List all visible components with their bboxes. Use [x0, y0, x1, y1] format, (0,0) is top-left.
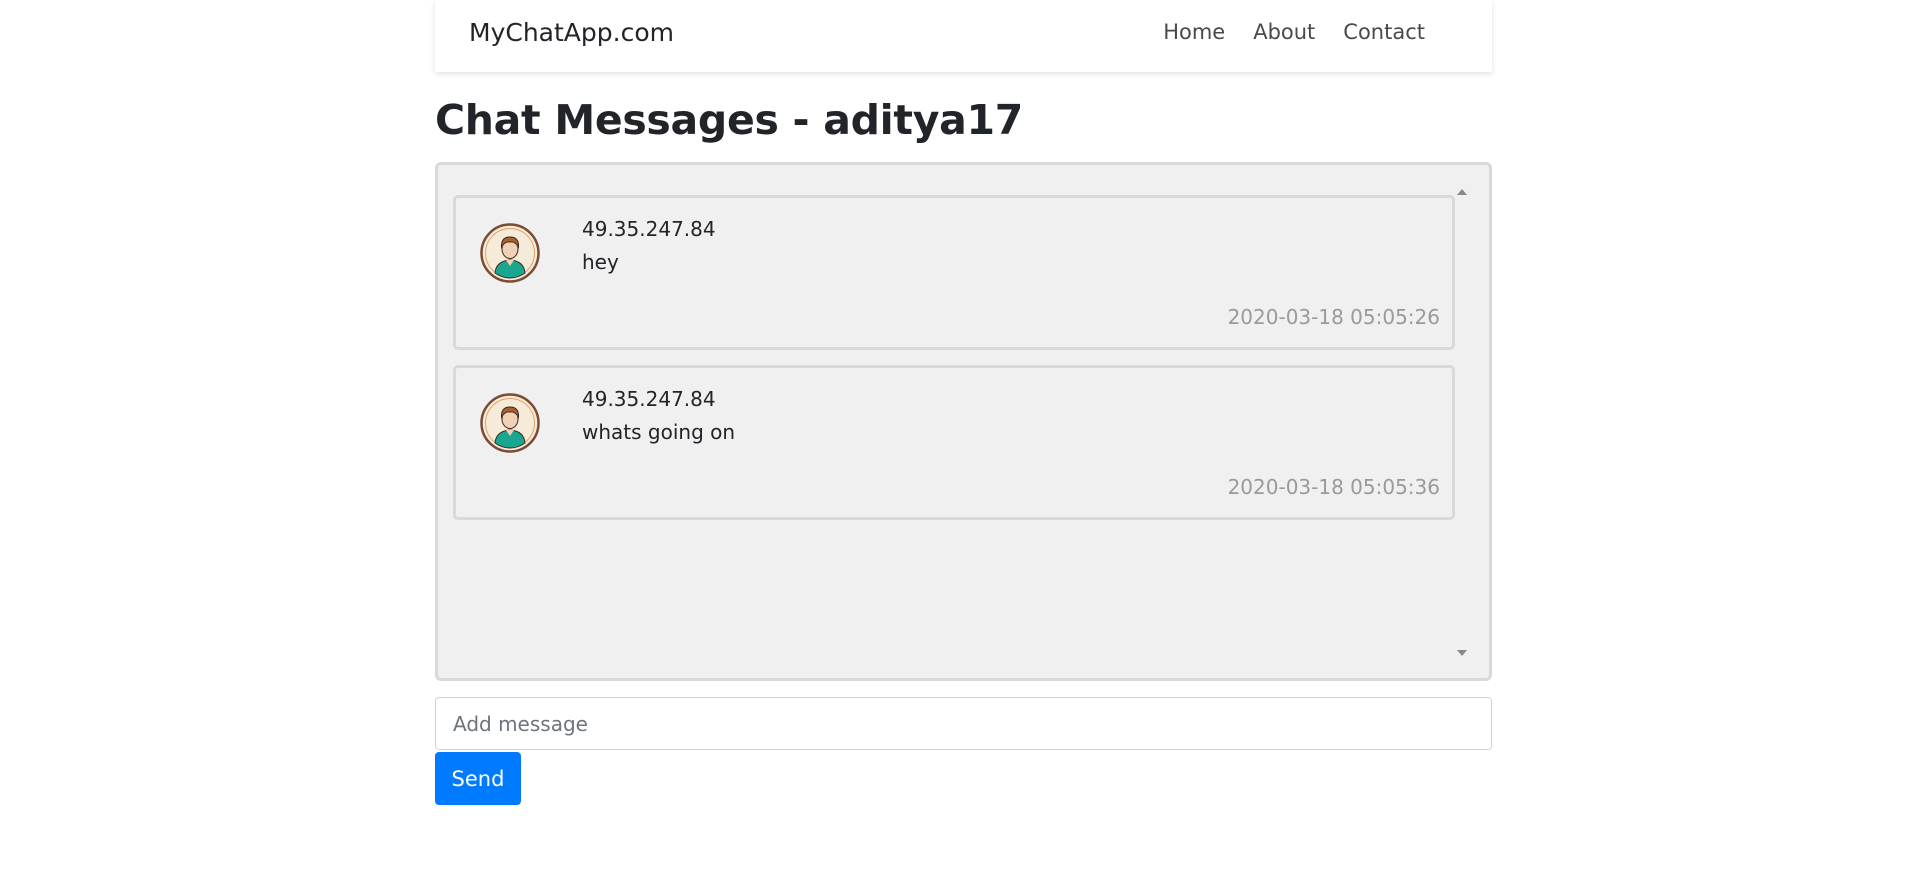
nav-link-contact[interactable]: Contact — [1343, 20, 1425, 44]
user-avatar-icon — [480, 223, 540, 283]
send-button[interactable]: Send — [435, 752, 521, 805]
message-text: whats going on — [582, 420, 736, 444]
message-text: hey — [582, 250, 619, 274]
nav-links: Home About Contact — [1135, 20, 1425, 44]
message-sender: 49.35.247.84 — [582, 387, 716, 411]
scroll-up-arrow-icon[interactable] — [1457, 189, 1467, 195]
chat-message: 49.35.247.84 hey 2020-03-18 05:05:26 — [453, 195, 1455, 350]
page-title: Chat Messages - aditya17 — [435, 96, 1023, 144]
message-sender: 49.35.247.84 — [582, 217, 716, 241]
scroll-down-arrow-icon[interactable] — [1457, 650, 1467, 656]
message-timestamp: 2020-03-18 05:05:26 — [1227, 305, 1440, 329]
nav-link-about[interactable]: About — [1253, 20, 1315, 44]
message-input[interactable] — [435, 697, 1492, 750]
user-avatar-icon — [480, 393, 540, 453]
nav-link-home[interactable]: Home — [1163, 20, 1225, 44]
navbar: MyChatApp.com Home About Contact — [435, 0, 1492, 72]
message-timestamp: 2020-03-18 05:05:36 — [1227, 475, 1440, 499]
brand-link[interactable]: MyChatApp.com — [469, 18, 674, 47]
chat-messages-panel[interactable]: 49.35.247.84 hey 2020-03-18 05:05:26 49.… — [435, 162, 1492, 681]
chat-message: 49.35.247.84 whats going on 2020-03-18 0… — [453, 365, 1455, 520]
